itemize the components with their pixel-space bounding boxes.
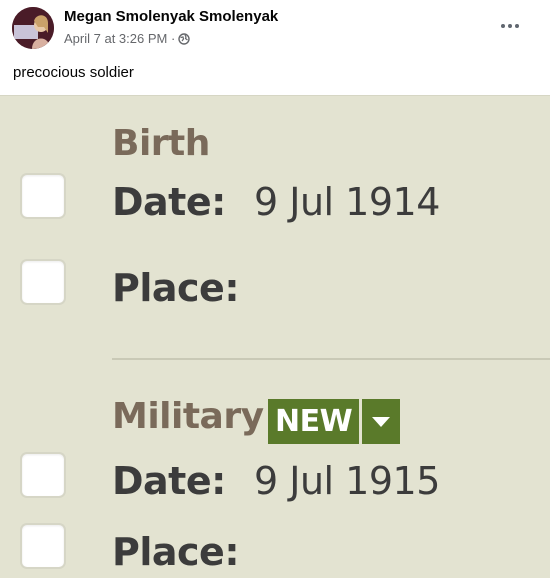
new-badge: NEW — [268, 399, 360, 444]
meta-separator: · — [170, 31, 176, 46]
military-date-checkbox[interactable] — [22, 454, 64, 496]
post-header: Megan Smolenyak Smolenyak April 7 at 3:2… — [0, 0, 550, 95]
more-options-icon[interactable] — [500, 16, 520, 36]
post-caption: precocious soldier — [13, 64, 134, 81]
section-divider — [112, 358, 550, 360]
military-place-label: Place: — [112, 530, 240, 574]
birth-place-checkbox[interactable] — [22, 261, 64, 303]
birth-heading: Birth — [112, 123, 210, 164]
dropdown-arrow-icon[interactable] — [362, 399, 401, 444]
new-badge-group: NEW — [268, 399, 401, 444]
military-place-checkbox[interactable] — [22, 525, 64, 567]
military-date-value: 9 Jul 1915 — [254, 459, 440, 503]
avatar[interactable] — [12, 7, 54, 49]
globe-icon[interactable] — [178, 32, 190, 45]
author-name[interactable]: Megan Smolenyak Smolenyak — [64, 8, 278, 25]
birth-date-checkbox[interactable] — [22, 175, 64, 217]
post-meta: April 7 at 3:26 PM · — [64, 31, 190, 46]
military-heading: Military — [112, 396, 264, 437]
birth-date-value: 9 Jul 1914 — [254, 180, 440, 224]
post-timestamp[interactable]: April 7 at 3:26 PM — [64, 31, 167, 46]
birth-place-label: Place: — [112, 266, 240, 310]
military-date-label: Date: — [112, 459, 226, 503]
record-screenshot: Birth Date: 9 Jul 1914 Place: Military N… — [0, 95, 550, 578]
birth-date-label: Date: — [112, 180, 226, 224]
